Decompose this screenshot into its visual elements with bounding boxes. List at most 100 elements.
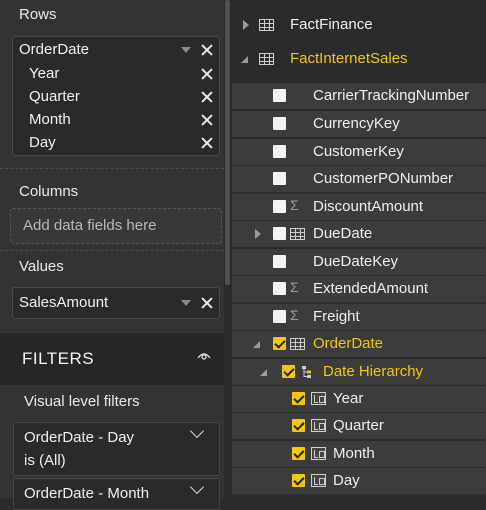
remove-year-icon[interactable] <box>201 68 213 80</box>
remove-month-icon[interactable] <box>201 114 213 126</box>
filters-title: FILTERS <box>22 349 95 368</box>
field-checkbox[interactable] <box>273 337 286 350</box>
rows-level-month: Month <box>29 111 71 128</box>
visualizations-pane: Rows OrderDate Year Quarter Month Day Co… <box>0 0 228 510</box>
field-row[interactable]: CarrierTrackingNumber <box>232 83 486 110</box>
remove-day-icon[interactable] <box>201 137 213 149</box>
field-name: CustomerKey <box>313 143 404 160</box>
field-checkbox[interactable] <box>273 282 286 295</box>
field-checkbox[interactable] <box>273 200 286 213</box>
table-row-factinternetsales[interactable]: FactInternetSales <box>232 46 486 72</box>
field-row[interactable]: DueDate <box>232 221 486 248</box>
visual-level-filters-label: Visual level filters <box>24 393 140 410</box>
hierarchy-icon <box>302 366 311 378</box>
hierarchy-level-row[interactable]: Day <box>232 468 486 495</box>
field-checkbox[interactable] <box>273 172 286 185</box>
filters-header: FILTERS <box>0 333 224 385</box>
expand-arrow-icon[interactable] <box>255 229 261 239</box>
field-name: DiscountAmount <box>313 198 424 215</box>
rows-field-dropdown-icon[interactable] <box>181 47 191 53</box>
hierarchy-level-row[interactable]: Quarter <box>232 413 486 440</box>
field-checkbox[interactable] <box>273 89 286 102</box>
hierarchy-row[interactable]: Date Hierarchy <box>232 359 486 386</box>
hierarchy-checkbox[interactable] <box>282 365 295 378</box>
rows-label: Rows <box>19 6 57 23</box>
field-row[interactable]: CustomerKey <box>232 139 486 166</box>
hierarchy-level-row[interactable]: Month <box>232 441 486 468</box>
level-name: Day <box>333 472 360 489</box>
divider <box>0 168 224 169</box>
field-row[interactable]: CustomerPONumber <box>232 166 486 193</box>
table-row-factfinance[interactable]: FactFinance <box>232 12 486 38</box>
values-field-dropdown-icon[interactable] <box>181 300 191 306</box>
collapse-arrow-icon[interactable] <box>241 56 248 63</box>
field-list: FactFinance FactInternetSales CarrierTra… <box>232 0 486 498</box>
field-row[interactable]: Σ Freight <box>232 304 486 331</box>
sigma-icon: Σ <box>290 307 299 323</box>
field-checkbox[interactable] <box>273 227 286 240</box>
remove-quarter-icon[interactable] <box>201 91 213 103</box>
rows-level-quarter: Quarter <box>29 88 80 105</box>
values-field-remove-icon[interactable] <box>201 297 213 309</box>
level-name: Year <box>333 390 364 407</box>
field-checkbox[interactable] <box>273 310 286 323</box>
filter-card-title: OrderDate - Day <box>24 429 135 446</box>
field-row[interactable]: Σ ExtendedAmount <box>232 276 486 303</box>
field-checkbox[interactable] <box>273 145 286 158</box>
columns-placeholder: Add data fields here <box>23 217 157 234</box>
values-well[interactable]: SalesAmount <box>12 287 220 319</box>
level-checkbox[interactable] <box>292 392 305 405</box>
rows-level-year: Year <box>29 65 60 82</box>
expand-arrow-icon[interactable] <box>243 20 249 30</box>
field-name: DueDateKey <box>313 253 399 270</box>
filter-card-condition: is (All) <box>24 452 66 469</box>
rows-well[interactable]: OrderDate Year Quarter Month Day <box>12 36 220 156</box>
divider <box>0 250 224 251</box>
calendar-icon <box>290 228 305 240</box>
table-icon <box>259 19 274 31</box>
hierarchy-level-icon <box>311 419 326 432</box>
columns-label: Columns <box>19 183 79 200</box>
field-name: CarrierTrackingNumber <box>313 87 470 104</box>
columns-drop-zone[interactable]: Add data fields here <box>10 208 222 244</box>
field-row[interactable]: Σ DiscountAmount <box>232 194 486 221</box>
eye-icon[interactable] <box>197 351 211 361</box>
calendar-icon <box>290 338 305 350</box>
table-name: FactInternetSales <box>290 50 408 67</box>
rows-field-remove-icon[interactable] <box>201 44 213 56</box>
filter-card-orderdate-day[interactable]: OrderDate - Day is (All) <box>13 422 220 476</box>
chevron-down-icon[interactable] <box>189 423 205 439</box>
level-name: Month <box>333 445 375 462</box>
hierarchy-level-icon <box>311 392 326 405</box>
field-name: OrderDate <box>313 335 384 352</box>
collapse-arrow-icon[interactable] <box>253 341 260 348</box>
filter-card-orderdate-month[interactable]: OrderDate - Month <box>13 478 220 510</box>
field-checkbox[interactable] <box>273 117 286 130</box>
level-checkbox[interactable] <box>292 419 305 432</box>
field-name: CustomerPONumber <box>313 170 454 187</box>
level-checkbox[interactable] <box>292 447 305 460</box>
scrollbar-thumb[interactable] <box>225 0 230 285</box>
field-row-orderdate[interactable]: OrderDate <box>232 331 486 358</box>
level-name: Quarter <box>333 417 384 434</box>
level-checkbox[interactable] <box>292 474 305 487</box>
field-checkbox[interactable] <box>273 255 286 268</box>
filter-card-title: OrderDate - Month <box>24 485 150 502</box>
collapse-arrow-icon[interactable] <box>260 369 267 376</box>
hierarchy-level-row[interactable]: Year <box>232 386 486 413</box>
hierarchy-level-icon <box>311 447 326 460</box>
field-name: DueDate <box>313 225 373 242</box>
values-field-name[interactable]: SalesAmount <box>19 292 108 314</box>
table-name: FactFinance <box>290 16 373 33</box>
field-row[interactable]: DueDateKey <box>232 249 486 276</box>
rows-field-name[interactable]: OrderDate <box>19 39 89 61</box>
field-row[interactable]: CurrencyKey <box>232 111 486 138</box>
chevron-down-icon[interactable] <box>189 479 205 495</box>
field-name: Freight <box>313 308 360 325</box>
rows-level-day: Day <box>29 134 56 151</box>
sigma-icon: Σ <box>290 197 299 213</box>
values-label: Values <box>19 258 64 275</box>
hierarchy-level-icon <box>311 474 326 487</box>
sigma-icon: Σ <box>290 279 299 295</box>
field-name: ExtendedAmount <box>313 280 429 297</box>
